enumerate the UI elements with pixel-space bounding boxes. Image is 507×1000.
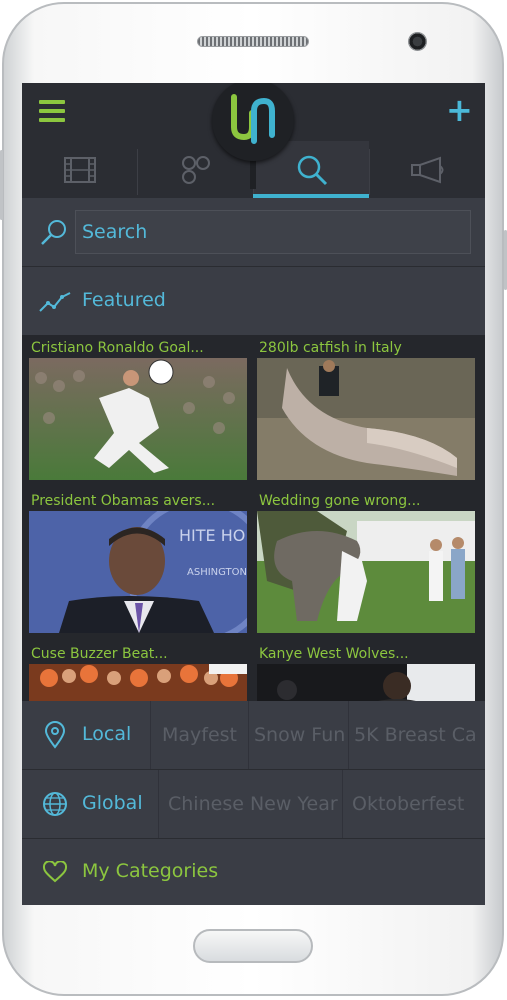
svg-text:ASHINGTON: ASHINGTON xyxy=(187,567,247,578)
featured-row[interactable]: Featured xyxy=(22,267,485,335)
video-card[interactable]: 280lb catfish in Italy xyxy=(257,338,477,480)
app-logo xyxy=(212,83,294,161)
video-title: President Obamas avers... xyxy=(31,493,216,509)
app-screen: + Search Featured Cristiano Ronaldo Goal… xyxy=(22,83,485,905)
tab-videos[interactable] xyxy=(22,141,137,198)
video-card[interactable]: Cuse Buzzer Beat... xyxy=(29,644,249,701)
tab-announcements[interactable] xyxy=(370,141,485,198)
video-title: Wedding gone wrong... xyxy=(259,493,421,509)
global-header[interactable]: Global xyxy=(22,770,158,838)
search-icon xyxy=(297,155,327,185)
video-thumbnail: HITE HO ASHINGTON xyxy=(29,511,247,633)
search-input[interactable] xyxy=(82,211,462,253)
logo-mark-icon xyxy=(231,94,275,144)
video-thumbnail xyxy=(257,511,475,633)
video-card[interactable]: Wedding gone wrong... xyxy=(257,491,477,633)
featured-label: Featured xyxy=(82,289,166,311)
global-label: Global xyxy=(82,792,143,814)
global-chip[interactable]: Chinese New Year xyxy=(168,770,338,838)
my-categories-label: My Categories xyxy=(82,860,219,882)
divider xyxy=(158,770,159,838)
svg-text:HITE HO: HITE HO xyxy=(179,526,245,545)
location-pin-icon xyxy=(44,721,66,749)
global-chip[interactable]: Oktoberfest xyxy=(352,770,464,838)
video-title: Cristiano Ronaldo Goal... xyxy=(31,340,204,356)
video-thumbnail xyxy=(257,358,475,480)
local-header[interactable]: Local xyxy=(22,701,150,769)
local-chip[interactable]: Mayfest xyxy=(162,701,237,769)
video-title: Kanye West Wolves... xyxy=(259,646,409,662)
video-card[interactable]: Kanye West Wolves... xyxy=(257,644,477,701)
heart-icon xyxy=(42,861,68,883)
film-icon xyxy=(63,156,96,183)
earpiece-speaker xyxy=(197,36,309,47)
video-card[interactable]: Cristiano Ronaldo Goal... xyxy=(29,338,249,480)
local-chip[interactable]: 5K Breast Ca xyxy=(354,701,477,769)
logo-stem xyxy=(250,157,256,189)
divider xyxy=(342,770,343,838)
video-title: 280lb catfish in Italy xyxy=(259,340,402,356)
top-bar: + xyxy=(22,83,485,198)
local-chip[interactable]: Snow Fun xyxy=(254,701,345,769)
local-row: Local Mayfest Snow Fun 5K Breast Ca xyxy=(22,701,485,769)
search-row xyxy=(22,198,485,266)
home-button[interactable] xyxy=(193,929,313,963)
search-icon xyxy=(41,220,66,245)
video-thumbnail xyxy=(29,358,247,480)
featured-grid: Cristiano Ronaldo Goal... 280lb catfish … xyxy=(22,335,485,701)
search-box xyxy=(75,210,471,254)
trend-line-icon xyxy=(39,292,71,312)
global-row: Global Chinese New Year Oktoberfest xyxy=(22,770,485,838)
video-thumbnail xyxy=(29,664,247,701)
divider xyxy=(348,701,349,769)
video-card[interactable]: President Obamas avers... HITE HO ASHING… xyxy=(29,491,249,633)
volume-button xyxy=(0,150,3,220)
divider xyxy=(248,701,249,769)
menu-icon[interactable] xyxy=(39,100,65,122)
video-thumbnail xyxy=(257,664,475,701)
megaphone-icon xyxy=(410,156,443,183)
front-camera xyxy=(408,32,427,51)
globe-icon xyxy=(43,792,67,816)
video-title: Cuse Buzzer Beat... xyxy=(31,646,168,662)
my-categories-row[interactable]: My Categories xyxy=(22,839,485,905)
divider xyxy=(150,701,151,769)
bubbles-icon xyxy=(181,155,210,184)
local-label: Local xyxy=(82,723,132,745)
add-icon[interactable]: + xyxy=(446,93,473,127)
